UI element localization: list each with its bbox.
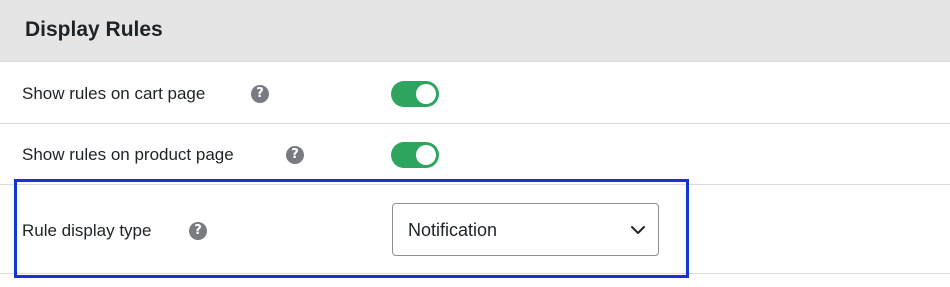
chevron-down-icon xyxy=(631,226,645,234)
rule-display-type-select[interactable]: Notification xyxy=(392,203,659,256)
display-rules-panel: Display Rules Show rules on cart page ? … xyxy=(0,0,950,287)
panel-title: Display Rules xyxy=(25,18,163,41)
toggle-knob xyxy=(416,145,436,165)
question-circle-icon[interactable]: ? xyxy=(251,85,269,103)
question-circle-icon[interactable]: ? xyxy=(189,222,207,240)
cart-page-toggle[interactable] xyxy=(391,81,439,107)
panel-header: Display Rules xyxy=(0,0,950,62)
rule-display-type-label: Rule display type xyxy=(22,221,152,240)
row-divider xyxy=(0,273,950,274)
row-divider xyxy=(0,123,950,124)
cart-page-label: Show rules on cart page xyxy=(22,84,206,103)
select-value: Notification xyxy=(408,220,498,240)
question-circle-icon[interactable]: ? xyxy=(286,146,304,164)
row-divider xyxy=(0,184,950,185)
product-page-label: Show rules on product page xyxy=(22,145,234,164)
product-page-toggle[interactable] xyxy=(391,142,439,168)
toggle-knob xyxy=(416,84,436,104)
